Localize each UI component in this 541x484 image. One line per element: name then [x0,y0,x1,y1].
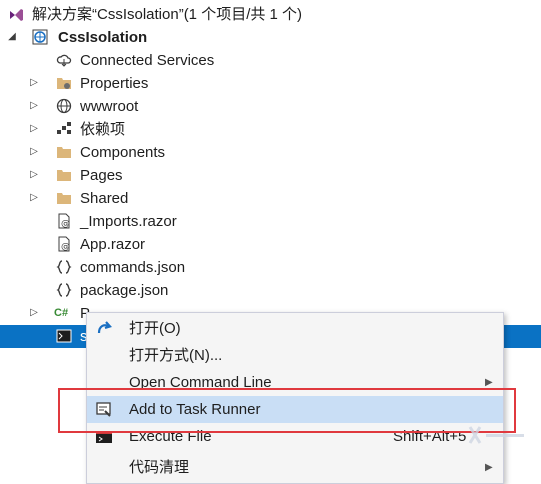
task-runner-icon [95,401,113,419]
menu-item-open-with[interactable]: 打开方式(N)... [87,342,503,369]
submenu-arrow-icon: ▶ [485,377,493,388]
context-menu: 打开(O) 打开方式(N)... Open Command Line ▶ Add… [86,312,504,484]
menu-item-code-cleanup[interactable]: 代码清理 ▶ [87,454,503,481]
globe-icon [56,98,72,114]
tree-item-shared[interactable]: ▷ Shared [0,187,541,210]
tree-item-dependencies[interactable]: ▷ 依赖项 [0,118,541,141]
tree-item-app-razor[interactable]: @ App.razor [0,233,541,256]
properties-folder-icon [56,75,72,91]
web-project-icon [32,29,48,45]
tree-item-commands-json[interactable]: commands.json [0,256,541,279]
script-file-icon [56,328,72,344]
expand-arrow-icon[interactable]: ▷ [28,192,40,204]
execute-file-shortcut: Shift+Alt+5 [393,428,467,445]
tree-item-connected-services[interactable]: Connected Services [0,49,541,72]
tree-item-properties[interactable]: ▷ Properties [0,72,541,95]
project-node[interactable]: ◢ CssIsolation [0,26,541,49]
tree-item-pages[interactable]: ▷ Pages [0,164,541,187]
razor-file-icon: @ [56,236,72,252]
folder-icon [56,167,72,183]
open-arrow-icon [95,320,113,338]
watermark-logo [468,423,528,447]
expand-arrow-icon[interactable]: ▷ [28,123,40,135]
tree-item-wwwroot[interactable]: ▷ wwwroot [0,95,541,118]
svg-text:@: @ [61,242,70,252]
tree-item-package-json[interactable]: package.json [0,279,541,302]
menu-item-open[interactable]: 打开(O) [87,315,503,342]
solution-title: 解决方案“CssIsolation”(1 个项目/共 1 个) [32,6,303,23]
terminal-icon [95,428,113,446]
razor-file-icon: @ [56,213,72,229]
menu-item-add-to-task-runner[interactable]: Add to Task Runner [87,396,503,423]
solution-node[interactable]: 解决方案“CssIsolation”(1 个项目/共 1 个) [0,3,541,26]
expand-arrow-icon[interactable]: ▷ [28,169,40,181]
tree-item-components[interactable]: ▷ Components [0,141,541,164]
csharp-file-icon: C# [54,307,69,319]
json-file-icon [56,282,72,298]
expand-arrow-icon[interactable]: ▷ [28,100,40,112]
expand-arrow-icon[interactable]: ▷ [28,146,40,158]
folder-icon [56,190,72,206]
project-name: CssIsolation [58,29,148,46]
expand-arrow-icon[interactable]: ▷ [28,307,40,319]
svg-text:@: @ [61,219,70,229]
collapse-arrow-icon[interactable]: ◢ [6,31,18,43]
dependencies-icon [56,121,72,137]
submenu-arrow-icon: ▶ [485,462,493,473]
menu-item-execute-file[interactable]: Execute File Shift+Alt+5 [87,423,503,450]
folder-icon [56,144,72,160]
tree-item-imports-razor[interactable]: @ _Imports.razor [0,210,541,233]
visual-studio-solution-icon [8,6,24,22]
connected-services-icon [56,52,72,68]
json-file-icon [56,259,72,275]
menu-item-open-command-line[interactable]: Open Command Line ▶ [87,369,503,396]
expand-arrow-icon[interactable]: ▷ [28,77,40,89]
